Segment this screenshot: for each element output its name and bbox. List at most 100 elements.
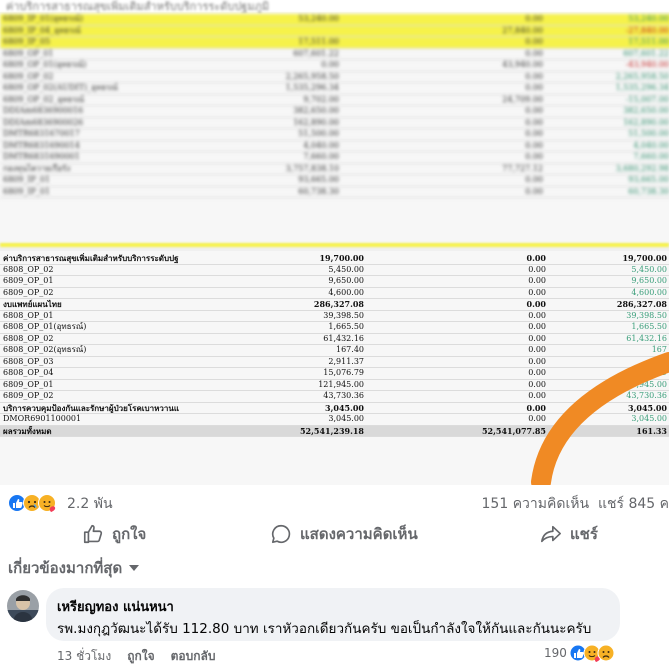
cell-c2: 9,650.00 xyxy=(246,275,367,288)
blurred-table-row: 6809_OP_02(AUDIT)_อุทธรณ์ 1,535,296.34 0.0… xyxy=(0,82,669,95)
reaction-count[interactable]: 2.2 พัน xyxy=(67,493,113,515)
cell-c3: 0.00 xyxy=(342,14,546,26)
cell-c4: 167 xyxy=(549,344,669,357)
comment-like-link[interactable]: ถูกใจ xyxy=(127,647,154,666)
cell-c4: 382,650.00 xyxy=(546,105,669,118)
cell-c4: 121,945.00 xyxy=(549,379,669,391)
blurred-table-row: 6809_IP_01(อุทธรณ์) 53,240.00 0.00 53,240.0… xyxy=(0,14,669,26)
cell-c2: 607,601.22 xyxy=(226,48,342,60)
blurred-table-row: 6809_OP_02 2,265,958.50 0.00 2,265,958.50 xyxy=(0,71,669,83)
cell-c1: ผลรวมทั้งหมด xyxy=(0,425,246,437)
cell-c3: 0.00 xyxy=(342,82,546,95)
blurred-table-row: 6809_IP_05 17,511.00 0.00 17,511.00 xyxy=(0,36,669,49)
table-row: 6808_OP_04 15,076.79 0.00 076.79 xyxy=(0,367,669,380)
blurred-table-row: DDIAm6836900016 382,650.00 0.00 382,650.00 xyxy=(0,105,669,118)
comments-count[interactable]: 151 ความคิดเห็น xyxy=(482,496,590,512)
cell-c1: งบแพทย์แผนไทย xyxy=(0,298,246,311)
blurred-spreadsheet: 6809_IP_01(อุทธรณ์) 53,240.00 0.00 53,240.0… xyxy=(0,14,669,198)
cell-c4: 93,665.00 xyxy=(546,174,669,187)
blurred-table-row: 6809_OP_01(อุทธรณ์) 0.00 43,940.00 -43,940.… xyxy=(0,59,669,72)
spreadsheet-table: ค่าบริการสาธารณสุขเพิ่มเติมสำหรับบริการร… xyxy=(0,253,669,437)
cell-c4: 286,327.08 xyxy=(549,298,669,311)
cell-c2: 61,432.16 xyxy=(246,333,367,345)
comment-reaction-icons xyxy=(569,644,615,662)
cell-c3: 0.00 xyxy=(367,367,549,380)
cell-c4: 60,738.30 xyxy=(546,186,669,198)
cell-c1: 6809_OP_01(อุทธรณ์) xyxy=(0,59,226,72)
share-label: แชร์ xyxy=(570,525,598,543)
comment-button[interactable]: แสดงความคิดเห็น xyxy=(270,520,418,548)
cell-c3: 0.00 xyxy=(367,356,549,368)
comment-bubble: เหรียญทอง แน่นหนา รพ.มงกุฎวัฒนะได้รับ 11… xyxy=(46,588,620,641)
blurred-table-row: DMTR6831690014 4,040.00 0.00 4,040.00 xyxy=(0,140,669,152)
cell-c4: 1,665.50 xyxy=(549,321,669,334)
comments-shares-count[interactable]: 151 ความคิดเห็น แชร์ 845 ค xyxy=(482,493,669,515)
reaction-icons[interactable] xyxy=(8,494,60,512)
like-button[interactable]: ถูกใจ xyxy=(82,520,146,548)
table-row: บริการควบคุมป้องกันและรักษาผู้ป่วยโรคเบา… xyxy=(0,402,669,414)
cell-c1: กองทุนไตวายเรื้อรัง xyxy=(0,163,226,175)
blurred-table-row: 6809_IP_04_อุทธรณ์ 27,840.00 -27,840.00 xyxy=(0,25,669,37)
comment-time[interactable]: 13 ชั่วโมง xyxy=(57,647,111,666)
table-row: 6809_OP_02 4,600.00 0.00 4,600.00 xyxy=(0,287,669,299)
cell-c2: 286,327.08 xyxy=(246,298,367,311)
cell-c3: 0.00 xyxy=(342,105,546,118)
cell-c1: 6809_OP_01 xyxy=(0,379,246,391)
avatar-image xyxy=(7,590,39,622)
cell-c2: 60,738.30 xyxy=(226,186,342,198)
cell-c1: 6809_IP_01 xyxy=(0,186,226,198)
cell-c2: 7,660.00 xyxy=(226,151,342,164)
caret-down-icon xyxy=(129,565,140,571)
like-label: ถูกใจ xyxy=(112,525,147,543)
cell-c3: 0.00 xyxy=(367,298,549,311)
cell-c1: 6809_IP_04_อุทธรณ์ xyxy=(0,25,226,37)
cell-c3: 0.00 xyxy=(342,71,546,83)
cell-c4: 1,535,296.34 xyxy=(546,82,669,95)
cell-c4: 076.79 xyxy=(549,367,669,380)
cell-c4: -15,007.00 xyxy=(546,94,669,106)
cell-c4: 19,700.00 xyxy=(549,253,669,265)
cell-c4: 3,045.00 xyxy=(549,413,669,426)
section-separator xyxy=(0,243,669,251)
cell-c3: 0.00 xyxy=(342,36,546,49)
cell-c1: 6809_IP_05 xyxy=(0,36,226,49)
cell-c2 xyxy=(226,25,342,37)
cell-c2: 121,945.00 xyxy=(246,379,367,391)
table-row: 6809_OP_01 121,945.00 0.00 121,945.00 xyxy=(0,379,669,391)
comment-reply-link[interactable]: ตอบกลับ xyxy=(171,647,216,666)
cell-c4: 4,600.00 xyxy=(549,287,669,299)
table-row: ผลรวมทั้งหมด 52,541,239.18 52,541,077.85 16… xyxy=(0,425,669,437)
table-row: 6808_OP_01(อุทธรณ์) 1,665.50 0.00 1,665.50 xyxy=(0,321,669,334)
top-caption-text: ค่าบริการสาธารณสุขเพิ่มเติมสำหรับบริการร… xyxy=(6,0,270,13)
cell-c3: 0.00 xyxy=(342,48,546,60)
comment-author[interactable]: เหรียญทอง แน่นหนา xyxy=(57,596,174,617)
comment-meta: 13 ชั่วโมง ถูกใจ ตอบกลับ xyxy=(57,647,215,666)
comment-label: แสดงความคิดเห็น xyxy=(300,525,418,543)
post-action-bar: ถูกใจ แสดงความคิดเห็น แชร์ xyxy=(0,516,669,552)
cell-c2: 43,730.36 xyxy=(246,390,367,403)
cell-c1: 6809_OP_01 xyxy=(0,48,226,60)
cell-c2: 3,045.00 xyxy=(246,402,367,414)
cell-c2: 4,600.00 xyxy=(246,287,367,299)
cell-c1: 6809_OP_02(AUDIT)_อุทธรณ์ xyxy=(0,82,226,95)
cell-c4: 7,660.00 xyxy=(546,151,669,164)
cell-c3: 0.00 xyxy=(342,174,546,187)
share-button[interactable]: แชร์ xyxy=(540,520,598,548)
top-caption: ค่าบริการสาธารณสุขเพิ่มเติมสำหรับบริการร… xyxy=(0,0,669,13)
cell-c1: บริการควบคุมป้องกันและรักษาผู้ป่วยโรคเบา… xyxy=(0,402,246,414)
comment-sort-dropdown[interactable]: เกี่ยวข้องมากที่สุด xyxy=(8,556,140,580)
comment-reactions[interactable]: 190 xyxy=(544,644,615,662)
cell-c1: DDIAm6836900016 xyxy=(0,105,226,118)
post-image[interactable]: ค่าบริการสาธารณสุขเพิ่มเติมสำหรับบริการร… xyxy=(0,0,669,485)
cell-c2: 2,265,958.50 xyxy=(226,71,342,83)
avatar[interactable] xyxy=(7,590,39,622)
cell-c1: 6808_OP_02 xyxy=(0,333,246,345)
cell-c4: 162,890.00 xyxy=(546,117,669,129)
cell-c1: 6808_OP_01(อุทธรณ์) xyxy=(0,321,246,334)
table-row: 6808_OP_02 5,450.00 0.00 5,450.00 xyxy=(0,264,669,276)
shares-count[interactable]: แชร์ 845 ค xyxy=(598,496,669,512)
cell-c2: 17,511.00 xyxy=(226,36,342,49)
cell-c3: 77,727.12 xyxy=(342,163,546,175)
cell-c3: 43,940.00 xyxy=(342,59,546,72)
cell-c3: 0.00 xyxy=(367,379,549,391)
